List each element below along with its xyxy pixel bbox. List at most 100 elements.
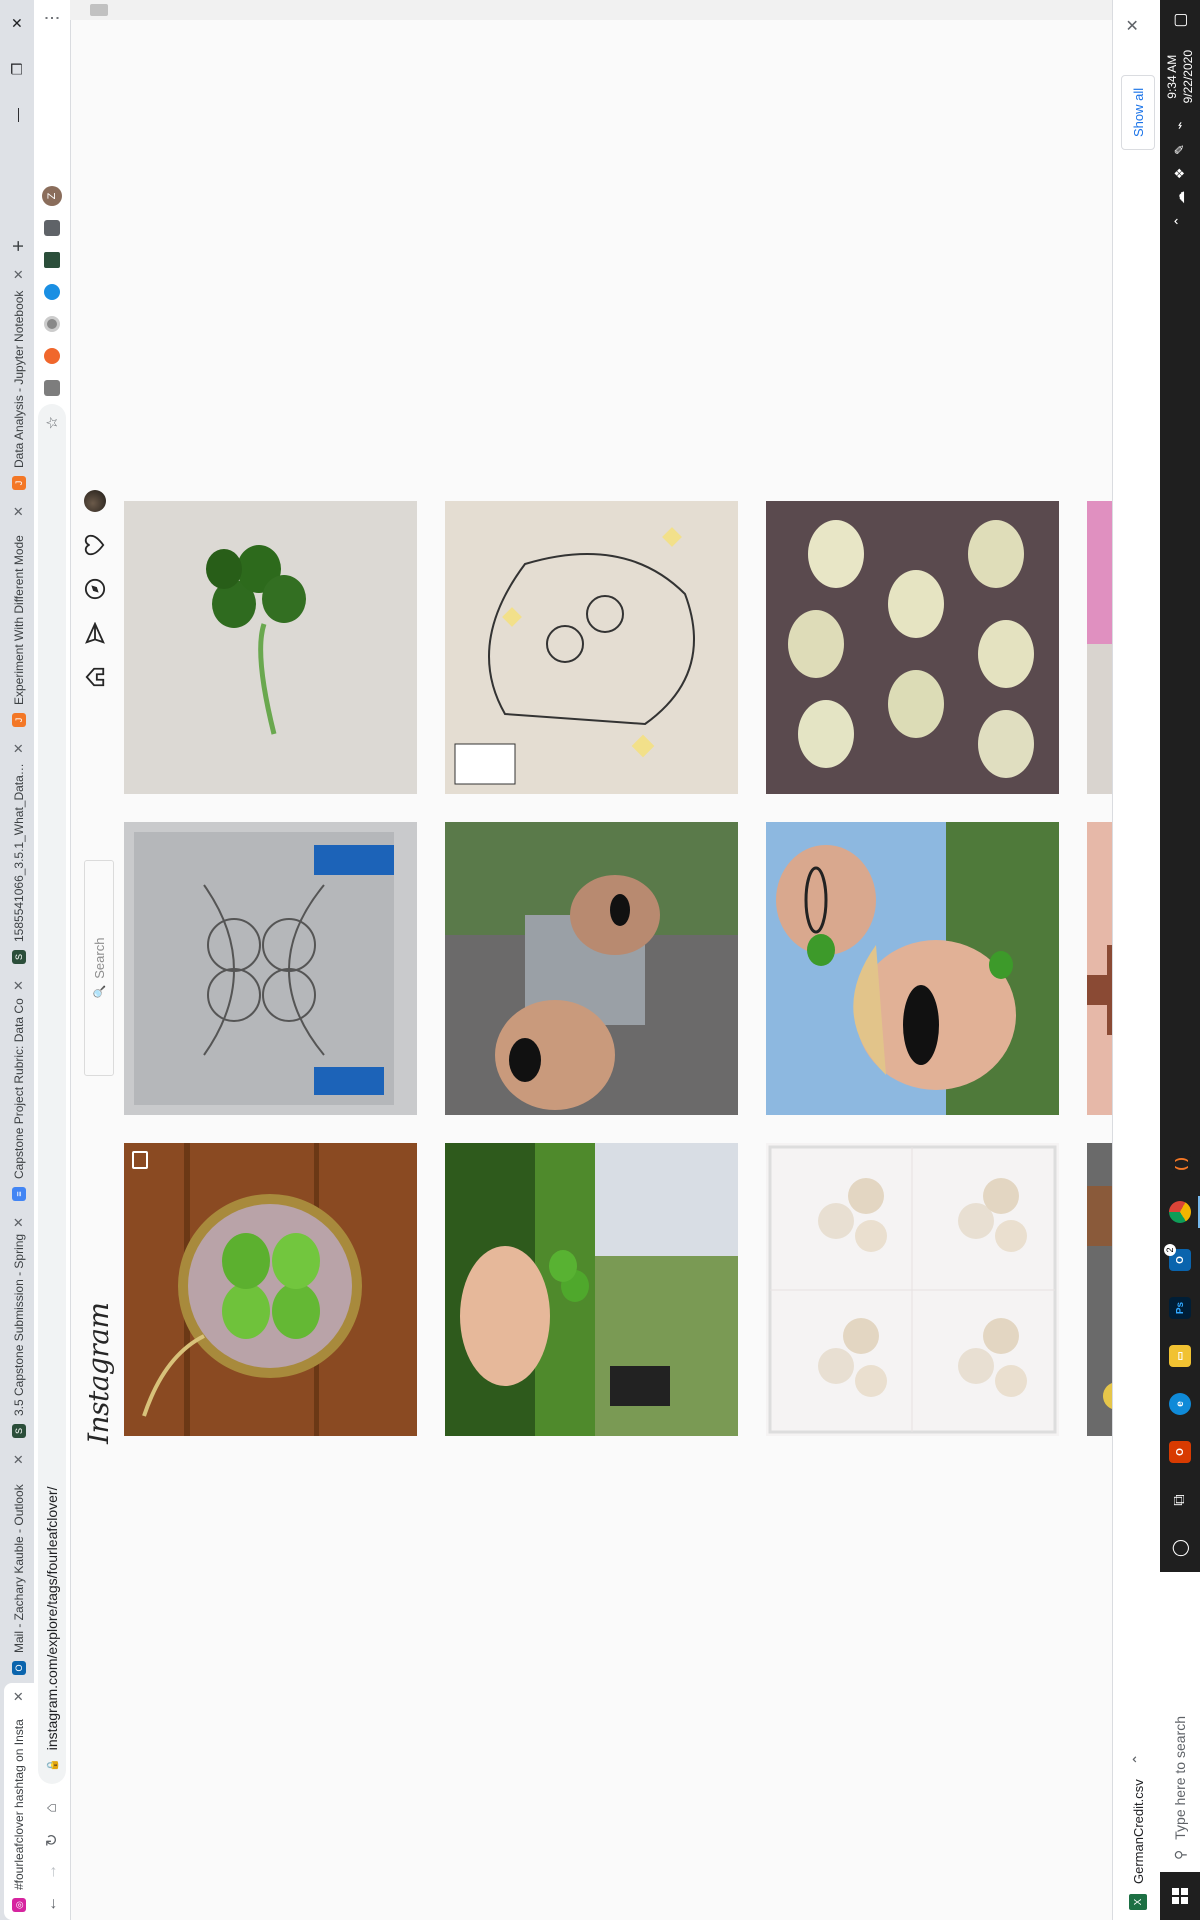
taskbar-search-input[interactable]: ⚲ Type here to search (1160, 1572, 1200, 1872)
profile-avatar[interactable] (84, 490, 106, 512)
tab-data-analysis[interactable]: J Data Analysis - Jupyter Notebook ✕ (4, 261, 34, 498)
back-arrow-icon[interactable]: ← (36, 1888, 68, 1920)
extensions-puzzle-icon[interactable] (36, 212, 68, 244)
profile-avatar[interactable]: Z (36, 180, 68, 212)
task-view-icon[interactable]: ⧉ (1160, 1476, 1200, 1524)
tab-title: 1585541066_3.5.1_What_Data_to (12, 759, 26, 942)
jupyter-icon: J (12, 713, 26, 727)
date-text: 9/22/2020 (1181, 50, 1195, 104)
cloud-icon[interactable]: ☁ (1172, 185, 1188, 209)
docs-icon: ≡ (12, 1187, 26, 1201)
outlook-icon[interactable]: O 2 (1160, 1236, 1200, 1284)
post-image (766, 822, 1059, 1115)
close-tab-icon[interactable]: ✕ (11, 1691, 27, 1702)
browser-menu-icon[interactable]: ⋮ (42, 10, 62, 26)
extension-orange-icon[interactable] (36, 340, 68, 372)
close-tab-icon[interactable]: ✕ (11, 1217, 27, 1228)
tab-title: Mail - Zachary Kauble - Outlook (12, 1484, 26, 1653)
tab-capstone-rubric[interactable]: ≡ Capstone Project Rubric: Data Co ✕ (4, 972, 34, 1209)
post-skull-drawing[interactable] (124, 822, 417, 1115)
restore-icon[interactable]: ❐ (0, 46, 34, 92)
tab-what-data[interactable]: S 1585541066_3.5.1_What_Data_to ✕ (4, 735, 34, 972)
post-clover-selfie[interactable] (766, 822, 1059, 1115)
chevron-up-icon[interactable]: ⌃ (1172, 209, 1188, 233)
dropbox-icon[interactable]: ❖ (1172, 161, 1188, 185)
activity-heart-icon[interactable] (84, 534, 106, 556)
tab-title: Data Analysis - Jupyter Notebook (12, 290, 26, 468)
explore-compass-icon[interactable] (84, 578, 106, 600)
post-clover-patch[interactable] (766, 501, 1059, 794)
edge-icon[interactable]: e (1160, 1380, 1200, 1428)
extension-blue-icon[interactable] (36, 276, 68, 308)
start-button[interactable] (1160, 1872, 1200, 1920)
post-clover-leaf[interactable] (124, 501, 417, 794)
tab-experiment-models[interactable]: J Experiment With Different Mode ✕ (4, 498, 34, 735)
bookmark-star-icon[interactable]: ☆ (43, 416, 61, 429)
address-toolbar: ← → ↻ ⌂ 🔒 instagram.com/explore/tags/fou… (34, 0, 71, 1920)
close-tab-icon[interactable]: ✕ (11, 743, 27, 754)
lock-icon: 🔒 (46, 1758, 59, 1772)
tab-instagram[interactable]: ◎ #fourleafclover hashtag on Insta ✕ (4, 1683, 34, 1920)
extension-grammarly-icon[interactable] (36, 372, 68, 404)
post-tattoo-sketch[interactable] (445, 501, 738, 794)
jupyter-icon[interactable]: ( ) (1160, 1140, 1200, 1188)
download-shelf: X GermanCredit.csv ⌃ Show all ✕ (1112, 0, 1163, 1920)
close-tab-icon[interactable]: ✕ (11, 980, 27, 991)
post-image (124, 822, 417, 1115)
close-icon[interactable]: ✕ (1123, 19, 1143, 32)
home-icon[interactable] (84, 666, 106, 688)
photoshop-icon[interactable]: Ps (1160, 1284, 1200, 1332)
browser-tab-strip: ◎ #fourleafclover hashtag on Insta ✕ O M… (0, 0, 34, 1920)
instagram-logo[interactable]: Instagram (82, 1303, 115, 1444)
vertical-scrollbar[interactable] (70, 0, 1182, 20)
home-icon[interactable]: ⌂ (36, 1792, 68, 1824)
url-text: instagram.com/explore/tags/fourleafclove… (44, 1486, 60, 1751)
close-tab-icon[interactable]: ✕ (11, 506, 27, 517)
search-icon: 🔍 (93, 984, 106, 999)
instagram-icon: ◎ (12, 1898, 26, 1912)
cortana-icon[interactable]: ◯ (1160, 1524, 1200, 1572)
office-icon[interactable]: O (1160, 1428, 1200, 1476)
extension-gray-icon[interactable] (36, 308, 68, 340)
post-car-selfie[interactable] (445, 822, 738, 1115)
post-clover-in-hand[interactable] (445, 1143, 738, 1436)
excel-file-icon: X (1129, 1894, 1147, 1910)
direct-message-icon[interactable] (84, 622, 106, 644)
download-file-name: GermanCredit.csv (1130, 1779, 1146, 1884)
chevron-up-icon[interactable]: ⌃ (1130, 1754, 1147, 1766)
tab-title: Experiment With Different Mode (12, 535, 26, 705)
window-controls: — ❐ ✕ (0, 0, 34, 138)
extension-chart-icon[interactable] (36, 244, 68, 276)
scrollbar-thumb[interactable] (90, 4, 108, 16)
tab-title: 3.5 Capstone Submission - Spring (12, 1233, 26, 1416)
notifications-icon[interactable]: ▢ (1170, 0, 1190, 40)
springboard-icon: S (12, 1424, 26, 1438)
clock[interactable]: 9:34 AM 9/22/2020 (1164, 40, 1196, 113)
download-item[interactable]: X GermanCredit.csv ⌃ (1129, 1754, 1147, 1910)
show-all-downloads-button[interactable]: Show all (1121, 74, 1155, 150)
close-tab-icon[interactable]: ✕ (11, 269, 27, 280)
tab-capstone-submission[interactable]: S 3.5 Capstone Submission - Spring ✕ (4, 1209, 34, 1446)
windows-logo-icon (1172, 1888, 1188, 1904)
minimize-icon[interactable]: — (0, 92, 34, 138)
post-pearl-charms[interactable] (766, 1143, 1059, 1436)
post-clover-pendant[interactable] (124, 1143, 417, 1436)
network-icon[interactable]: ⌁ (1172, 113, 1188, 137)
tab-title: Capstone Project Rubric: Data Co (12, 998, 26, 1179)
search-input[interactable]: 🔍 Search (84, 860, 114, 1076)
new-tab-button[interactable]: + (4, 231, 34, 261)
tab-title: #fourleafclover hashtag on Insta (12, 1719, 26, 1890)
chrome-icon[interactable] (1160, 1188, 1200, 1236)
search-placeholder: Search (91, 937, 107, 979)
file-explorer-icon[interactable]: ▭ (1160, 1332, 1200, 1380)
jupyter-icon: J (12, 476, 26, 490)
close-window-icon[interactable]: ✕ (0, 0, 34, 46)
instagram-nav-icons (84, 490, 106, 688)
url-bar[interactable]: 🔒 instagram.com/explore/tags/fourleafclo… (38, 404, 66, 1784)
pen-icon[interactable]: ✎ (1172, 137, 1188, 161)
close-tab-icon[interactable]: ✕ (11, 1454, 27, 1465)
post-image (766, 501, 1059, 794)
tab-outlook[interactable]: O Mail - Zachary Kauble - Outlook ✕ (4, 1446, 34, 1683)
reload-icon[interactable]: ↻ (36, 1824, 68, 1856)
forward-arrow-icon[interactable]: → (36, 1856, 68, 1888)
